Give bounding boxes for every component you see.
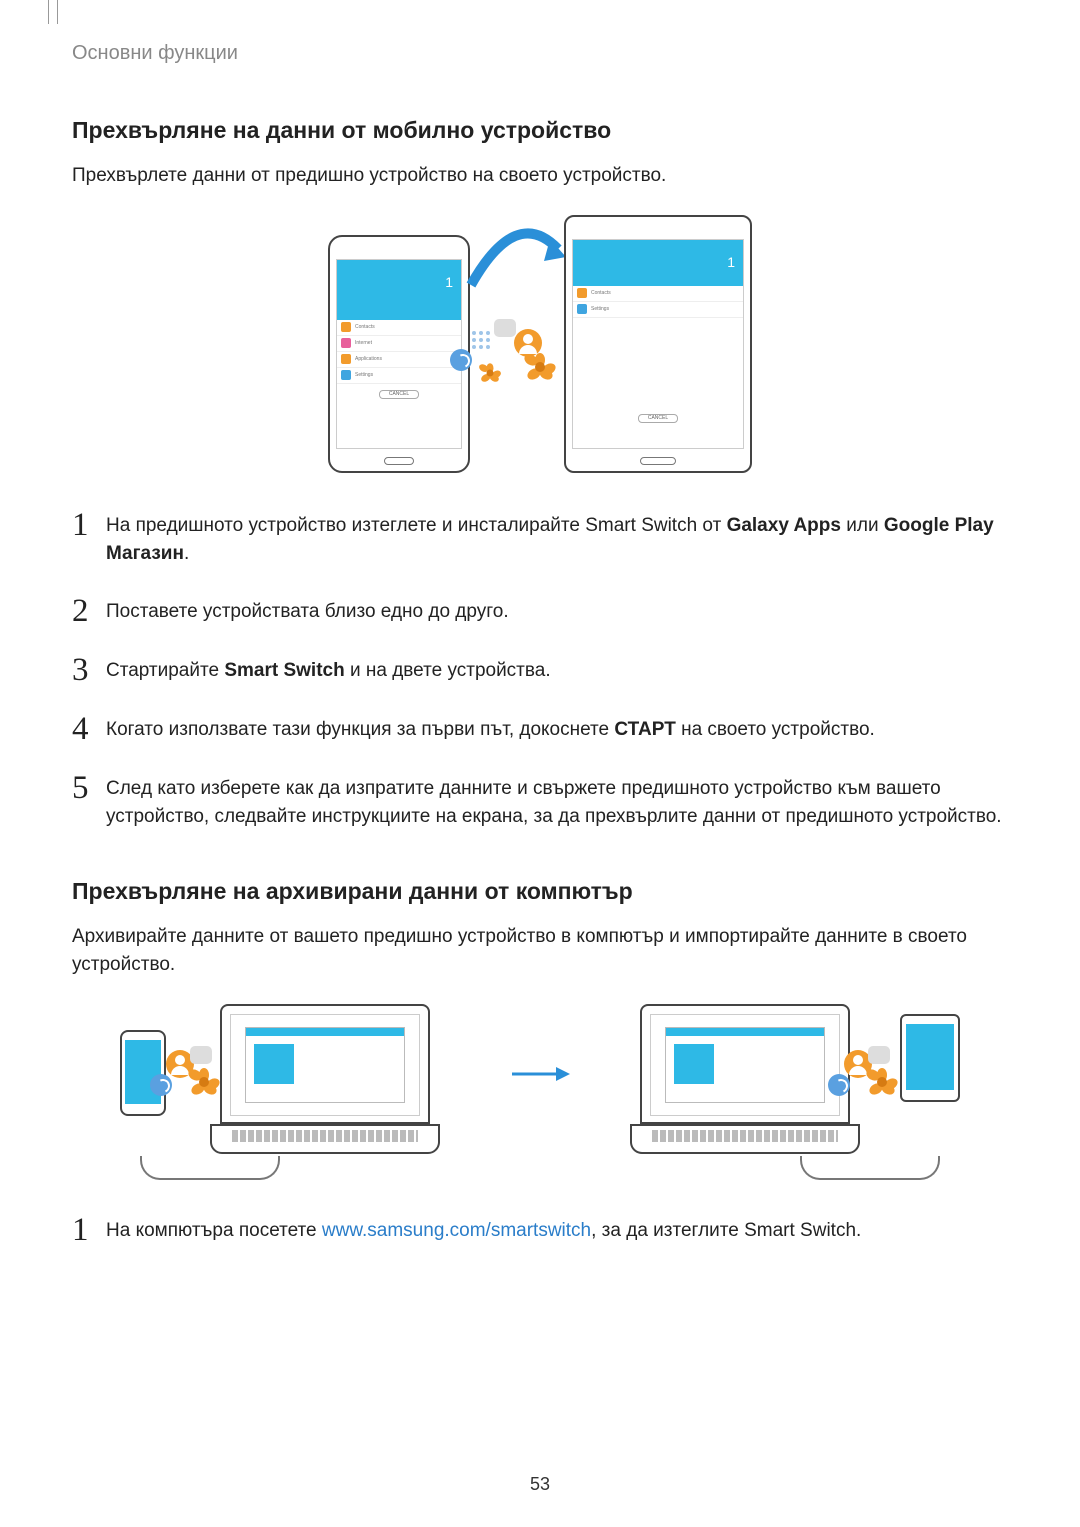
smartswitch-link[interactable]: www.samsung.com/smartswitch xyxy=(322,1220,591,1241)
transfer-mobile-illustration: 1 Contacts Internet Applications Setting… xyxy=(72,215,1008,473)
step-number: 1 xyxy=(72,1214,106,1247)
section1-intro: Прехвърлете данни от предишно устройство… xyxy=(72,162,1008,191)
step-3: 3 Стартирайте Smart Switch и на двете ус… xyxy=(72,654,1008,687)
smartswitch-badge-icon xyxy=(150,1074,172,1096)
step-number: 5 xyxy=(72,772,106,805)
breadcrumb: Основни функции xyxy=(72,42,1008,65)
step-4: 4 Когато използвате тази функция за първ… xyxy=(72,713,1008,746)
section1-title: Прехвърляне на данни от мобилно устройст… xyxy=(72,117,1008,144)
step-5: 5 След като изберете как да изпратите да… xyxy=(72,772,1008,832)
step-2: 2 Поставете устройствата близо едно до д… xyxy=(72,595,1008,628)
section2-step-1: 1 На компютъра посетете www.samsung.com/… xyxy=(72,1214,1008,1247)
message-icon xyxy=(494,319,516,337)
smartswitch-badge-icon xyxy=(828,1074,850,1096)
page-number: 53 xyxy=(0,1474,1080,1495)
section2-intro: Архивирайте данните от вашето предишно у… xyxy=(72,923,1008,980)
message-icon xyxy=(868,1046,890,1064)
step-number: 2 xyxy=(72,595,106,628)
data-icons-cluster xyxy=(834,1054,924,1114)
apps-grid-icon xyxy=(472,331,490,349)
smartswitch-badge-icon xyxy=(450,349,472,371)
step-number: 1 xyxy=(72,509,106,542)
progress-percent: 1 xyxy=(727,254,735,270)
transfer-pc-illustration xyxy=(120,1004,960,1174)
step-1: 1 На предишното устройство изтеглете и и… xyxy=(72,509,1008,569)
transfer-arrow-icon xyxy=(466,225,566,295)
section2-title: Прехвърляне на архивирани данни от компю… xyxy=(72,878,1008,905)
step-number: 3 xyxy=(72,654,106,687)
cancel-button: CANCEL xyxy=(638,414,678,423)
gallery-icon xyxy=(526,353,554,381)
right-arrow-icon xyxy=(510,1064,570,1084)
phone-source: 1 Contacts Internet Applications Setting… xyxy=(328,235,470,473)
cancel-button: CANCEL xyxy=(379,390,419,399)
message-icon xyxy=(190,1046,212,1064)
laptop-restore xyxy=(630,1004,860,1154)
tablet-target: 1 Contacts Settings CANCEL xyxy=(564,215,752,473)
gallery-icon xyxy=(190,1068,218,1096)
usb-cable-icon xyxy=(140,1156,280,1180)
step-number: 4 xyxy=(72,713,106,746)
gallery-icon xyxy=(868,1068,896,1096)
usb-cable-icon xyxy=(800,1156,940,1180)
progress-percent: 1 xyxy=(445,274,453,290)
data-icons-cluster xyxy=(156,1054,246,1114)
gallery-icon xyxy=(480,363,500,383)
